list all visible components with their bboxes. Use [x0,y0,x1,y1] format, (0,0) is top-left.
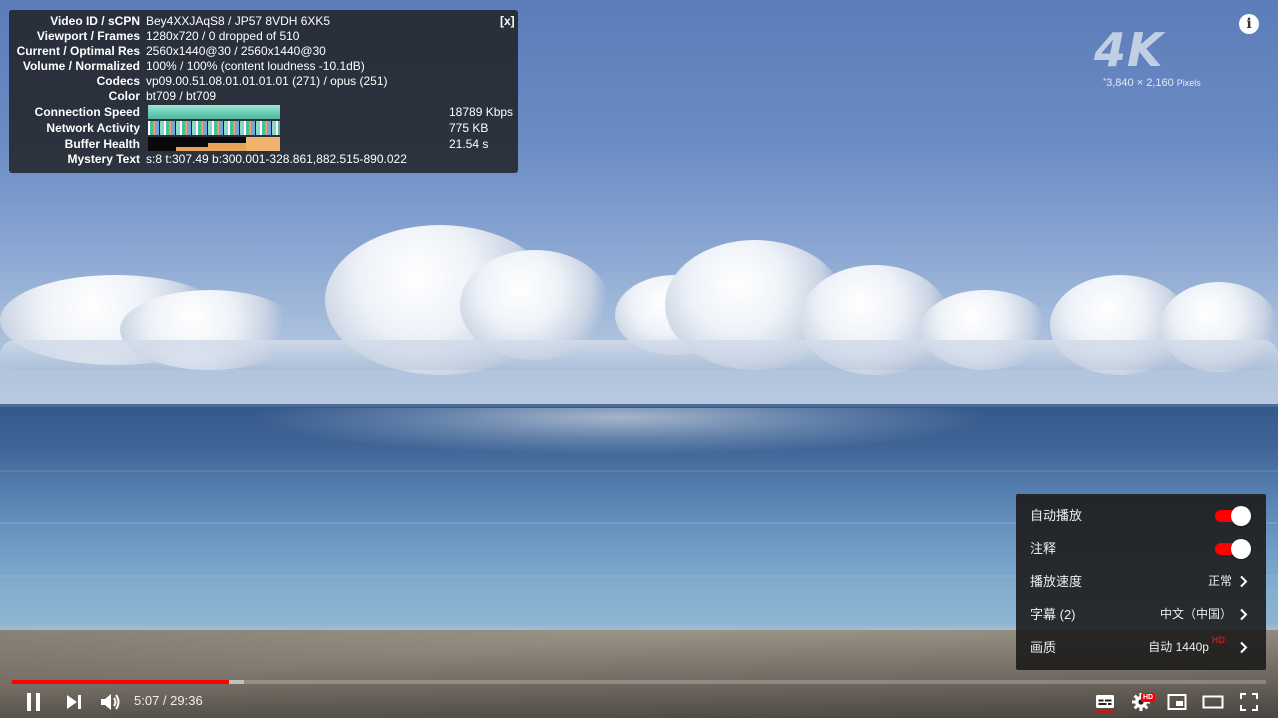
menu-item-value: 自动 1440p [1148,640,1209,654]
sun-glitter [260,408,980,454]
menu-item-quality[interactable]: 画质 自动 1440p HD [1016,631,1266,664]
stats-value: 1280x720 / 0 dropped of 510 [146,29,300,43]
stats-row-viewport: Viewport / Frames 1280x720 / 0 dropped o… [9,29,518,44]
menu-item-label: 画质 [1030,640,1057,655]
chevron-right-icon [1240,575,1248,588]
resolution-caption: *3,840 × 2,160 Pixels [1103,77,1201,89]
stats-label: Current / Optimal Res [16,44,140,58]
time-display: 5:07 / 29:36 [134,693,203,708]
stats-label: Connection Speed [34,105,140,119]
duration: 29:36 [170,693,203,708]
stats-label: Mystery Text [67,152,140,166]
menu-item-label: 字幕 (2) [1030,607,1076,622]
theater-mode-icon[interactable] [1202,695,1224,709]
resolution-text: 3,840 × 2,160 [1106,77,1174,89]
stats-label: Volume / Normalized [22,59,140,73]
chevron-right-icon [1240,608,1248,621]
stats-label: Network Activity [46,121,140,135]
subtitles-icon[interactable] [1095,693,1115,713]
stats-for-nerds-panel: [x] Video ID / sCPN Bey4XXJAqS8 / JP57 8… [9,10,518,173]
stats-value: vp09.00.51.08.01.01.01.01 (271) / opus (… [146,74,388,88]
stats-row-color: Color bt709 / bt709 [9,89,518,104]
video-player[interactable]: [x] Video ID / sCPN Bey4XXJAqS8 / JP57 8… [0,0,1278,718]
wave [0,470,1278,472]
stats-value: bt709 / bt709 [146,89,217,103]
hd-badge: HD [1141,693,1155,702]
buffer-bar [246,137,280,151]
stats-row-mystery-text: Mystery Text s:8 t:307.49 b:300.001-328.… [9,152,518,167]
fullscreen-icon[interactable] [1240,693,1258,711]
stats-label: Video ID / sCPN [50,14,140,28]
volume-icon[interactable] [100,691,122,713]
next-icon[interactable] [66,694,82,710]
miniplayer-icon[interactable] [1167,693,1187,711]
stats-value: 18789 Kbps [449,105,514,119]
4k-logo: 4K [1094,23,1164,77]
annotations-toggle[interactable] [1215,539,1251,559]
stats-value: 2560x1440@30 / 2560x1440@30 [146,44,326,58]
stats-row-video-id: Video ID / sCPN Bey4XXJAqS8 / JP57 8VDH … [9,14,518,29]
stats-value: 100% / 100% (content loudness -10.1dB) [146,59,365,73]
menu-item-label: 注释 [1030,541,1057,556]
stats-label: Viewport / Frames [36,29,140,43]
menu-item-value: 正常 [1207,574,1232,588]
menu-item-annotations[interactable]: 注释 [1016,532,1266,565]
stats-label: Color [108,89,140,103]
progress-played [12,680,229,684]
progress-bar[interactable] [12,680,1266,684]
menu-item-autoplay[interactable]: 自动播放 [1016,499,1266,532]
stats-row-connection-speed: Connection Speed 18789 Kbps [9,105,518,120]
stats-value: 21.54 s [449,137,489,151]
connection-speed-graph [148,105,280,119]
menu-item-subtitles[interactable]: 字幕 (2) 中文（中国） [1016,598,1266,631]
hd-superscript: HD [1212,635,1225,645]
menu-item-label: 播放速度 [1030,574,1083,589]
info-icon[interactable]: i [1239,14,1259,34]
stats-value: Bey4XXJAqS8 / JP57 8VDH 6XK5 [146,14,331,28]
pause-icon[interactable] [25,692,43,712]
toggle-knob [1231,506,1251,526]
resolution-unit: Pixels [1176,78,1201,88]
toggle-knob [1231,539,1251,559]
horizon [0,404,1278,407]
stats-row-resolution: Current / Optimal Res 2560x1440@30 / 256… [9,44,518,59]
chevron-right-icon [1240,641,1248,654]
stats-row-codecs: Codecs vp09.00.51.08.01.01.01.01 (271) /… [9,74,518,89]
cloud-base [0,340,1278,370]
stats-label: Buffer Health [64,137,140,151]
current-time: 5:07 [134,693,160,708]
buffer-health-graph [148,137,280,151]
stats-value: s:8 t:307.49 b:300.001-328.861,882.515-8… [146,152,407,166]
menu-item-playback-speed[interactable]: 播放速度 正常 [1016,565,1266,598]
stats-value: 775 KB [449,121,489,135]
stats-label: Codecs [96,74,140,88]
stats-row-buffer-health: Buffer Health 21.54 s [9,137,518,152]
stats-row-volume: Volume / Normalized 100% / 100% (content… [9,59,518,74]
menu-item-label: 自动播放 [1030,508,1083,523]
network-activity-graph [148,121,280,135]
autoplay-toggle[interactable] [1215,506,1251,526]
settings-menu: 自动播放 注释 播放速度 正常 字幕 (2) 中文（中国） 画质 自动 1440… [1016,494,1266,670]
stats-row-network-activity: Network Activity 775 KB [9,121,518,136]
